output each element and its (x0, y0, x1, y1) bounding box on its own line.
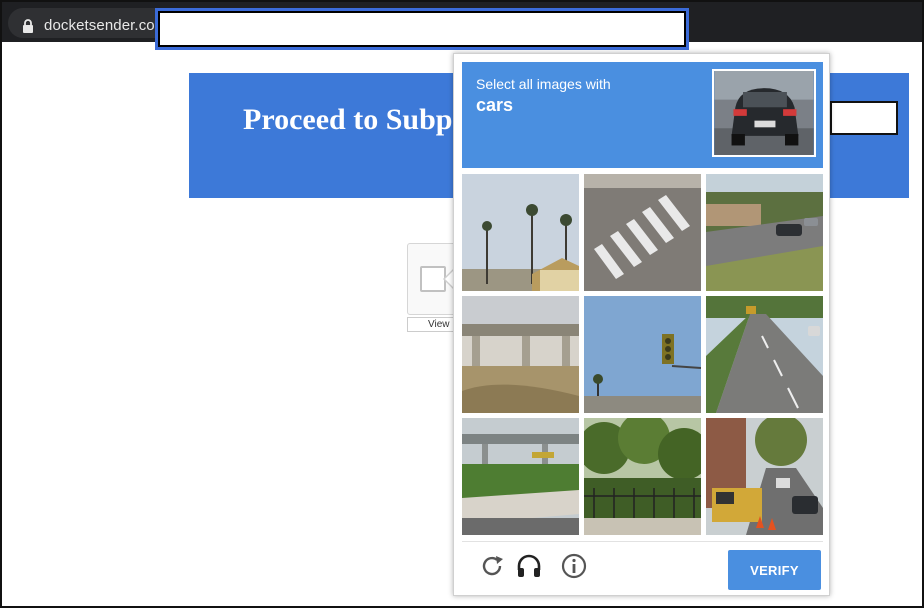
captcha-challenge-panel: Select all images with cars VERIFY (453, 53, 830, 596)
captcha-tile-3[interactable] (706, 174, 823, 291)
captcha-target-word: cars (476, 95, 514, 115)
browser-window: docketsender.com/ Proceed to Subpo View … (0, 0, 924, 608)
captcha-tile-2[interactable] (584, 174, 701, 291)
url-text: docketsender.com/ (44, 17, 172, 34)
lock-icon (23, 19, 33, 33)
captcha-instruction: Select all images with (476, 76, 611, 92)
captcha-footer: VERIFY (462, 541, 823, 590)
banner-title: Proceed to Subpo (243, 103, 468, 136)
captcha-image-grid (462, 174, 823, 535)
info-icon[interactable] (560, 552, 588, 580)
verify-button[interactable]: VERIFY (728, 550, 821, 590)
captcha-tile-5[interactable] (584, 296, 701, 413)
captcha-tile-8[interactable] (584, 418, 701, 535)
captcha-tile-4[interactable] (462, 296, 579, 413)
captcha-tile-1[interactable] (462, 174, 579, 291)
captcha-sample-image (712, 69, 816, 157)
redacted-url-box (158, 11, 686, 47)
captcha-tile-9[interactable] (706, 418, 823, 535)
sample-car-rear-image (714, 71, 814, 155)
view-button[interactable]: View (407, 317, 459, 332)
banner-redacted-box (830, 101, 898, 135)
captcha-header: Select all images with cars (462, 62, 823, 168)
captcha-tile-7[interactable] (462, 418, 579, 535)
audio-headphones-icon[interactable] (515, 552, 543, 580)
reload-icon[interactable] (478, 552, 506, 580)
captcha-tile-6[interactable] (706, 296, 823, 413)
